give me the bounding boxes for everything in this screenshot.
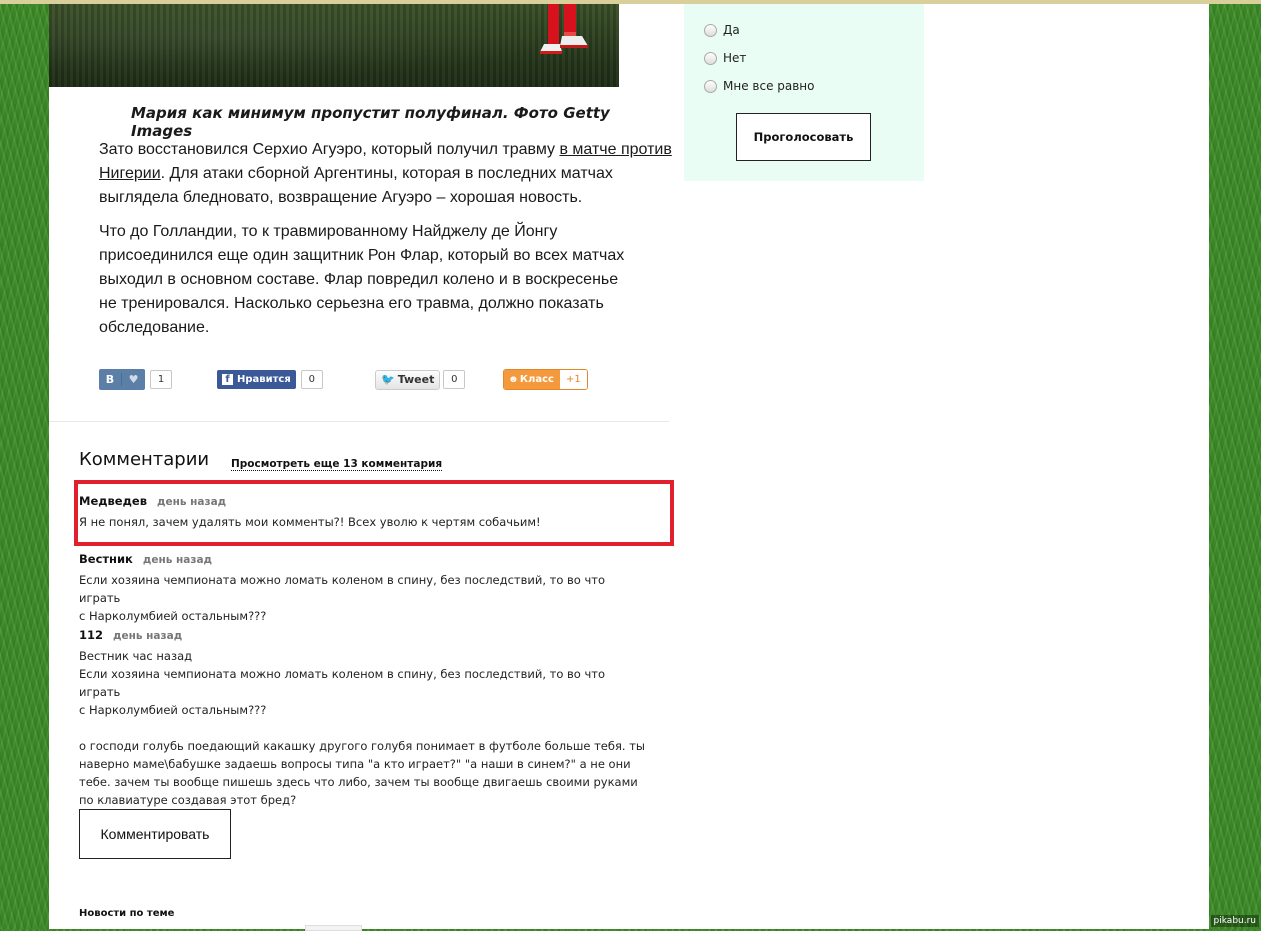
comment-time: день назад bbox=[142, 554, 213, 566]
watermark: pikabu.ru bbox=[1210, 915, 1259, 927]
vote-button[interactable]: Проголосовать bbox=[736, 113, 871, 161]
odnoklassniki-label-wrap: ꙩ Класс bbox=[504, 370, 560, 389]
section-divider bbox=[49, 421, 669, 422]
poll-option-label: Мне все равно bbox=[723, 79, 815, 93]
odnoklassniki-count: +1 bbox=[559, 370, 587, 389]
comment-text: Если хозяина чемпионата можно ломать кол… bbox=[79, 573, 606, 623]
twitter-bird-icon: 🐦 bbox=[381, 373, 395, 386]
vk-icon: В bbox=[99, 373, 122, 386]
photo-caption: Мария как минимум пропустит полуфинал. Ф… bbox=[131, 104, 610, 140]
heart-icon: ♥ bbox=[128, 373, 139, 386]
odnoklassniki-class-button[interactable]: ꙩ Класс +1 bbox=[503, 369, 588, 390]
tweet-label: Tweet bbox=[397, 373, 435, 386]
comment-author[interactable]: 112 bbox=[79, 628, 103, 642]
facebook-icon: f bbox=[222, 374, 233, 385]
related-news-heading: Новости по теме bbox=[79, 908, 175, 919]
facebook-like-count: 0 bbox=[300, 370, 323, 389]
page-content: Мария как минимум пропустит полуфинал. Ф… bbox=[49, 4, 1209, 931]
poll-option-dont-care[interactable]: Мне все равно bbox=[704, 79, 815, 93]
twitter-share: 🐦 Tweet 0 bbox=[375, 369, 466, 390]
highlight-frame bbox=[74, 480, 674, 546]
tweet-count: 0 bbox=[443, 370, 466, 389]
radio-button[interactable] bbox=[704, 79, 717, 93]
odnoklassniki-share: ꙩ Класс +1 bbox=[503, 369, 588, 390]
comment-text: Вестник час назад Если хозяина чемпионат… bbox=[79, 649, 645, 807]
comment-author[interactable]: Вестник bbox=[79, 552, 133, 566]
radio-button[interactable] bbox=[704, 23, 717, 37]
facebook-like-label: Нравится bbox=[237, 374, 291, 385]
vk-share: В ♥ 1 bbox=[99, 369, 172, 390]
radio-button[interactable] bbox=[704, 51, 717, 65]
paragraph-text: Зато восстановился Серхио Агуэро, которы… bbox=[99, 141, 560, 158]
comment-time: день назад bbox=[113, 630, 183, 642]
article-photo bbox=[49, 4, 619, 87]
poll-option-no[interactable]: Нет bbox=[704, 51, 746, 65]
article-paragraph-1: Зато восстановился Серхио Агуэро, которы… bbox=[99, 138, 674, 210]
comments-heading: Комментарии bbox=[79, 449, 210, 470]
article-paragraph-2: Что до Голландии, то к травмированному Н… bbox=[99, 223, 625, 336]
poll-option-label: Нет bbox=[723, 51, 747, 65]
tweet-button[interactable]: 🐦 Tweet bbox=[375, 369, 441, 390]
bottom-scroll-stub bbox=[305, 925, 362, 931]
facebook-share: f Нравится 0 bbox=[217, 369, 323, 390]
odnoklassniki-label: Класс bbox=[519, 374, 554, 385]
paragraph-text: . Для атаки сборной Аргентины, которая в… bbox=[99, 165, 613, 206]
poll-panel: Да Нет Мне все равно Проголосовать bbox=[684, 4, 924, 181]
comment-item: Вестник день назад Если хозяина чемпионат… bbox=[79, 548, 649, 625]
vk-like-button[interactable]: В ♥ bbox=[99, 369, 145, 390]
player-legs-image bbox=[540, 4, 588, 54]
poll-option-yes[interactable]: Да bbox=[704, 23, 740, 37]
more-comments-link[interactable]: Просмотреть еще 13 комментария bbox=[231, 458, 443, 471]
odnoklassniki-icon: ꙩ bbox=[510, 374, 517, 385]
poll-option-label: Да bbox=[723, 23, 740, 37]
comment-button[interactable]: Комментировать bbox=[79, 809, 231, 859]
facebook-like-button[interactable]: f Нравится bbox=[217, 370, 296, 389]
vk-like-count: 1 bbox=[150, 370, 172, 389]
comment-item: 112 день назад Вестник час назад Если хоз… bbox=[79, 624, 649, 809]
